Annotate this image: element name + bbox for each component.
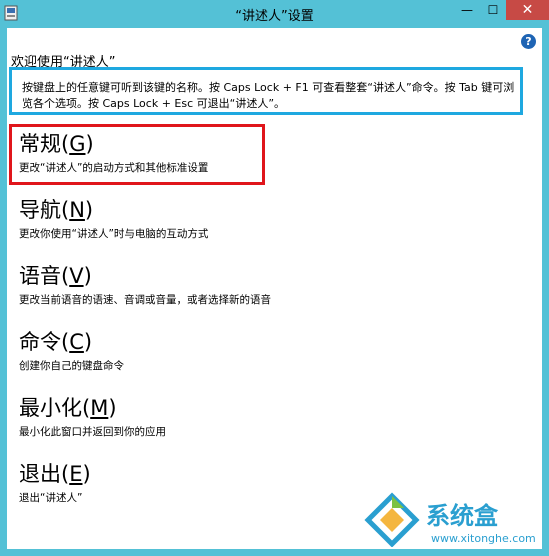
watermark-url: www.xitonghe.com	[431, 532, 536, 545]
menu-item-title: 最小化(M)	[19, 396, 117, 420]
menu-item-title: 语音(V)	[19, 264, 92, 288]
close-icon: ✕	[521, 2, 534, 18]
menu-item-description: 更改“讲述人”的启动方式和其他标准设置	[19, 162, 209, 174]
title-bar[interactable]: “讲述人”设置 — ☐ ✕	[0, 0, 549, 28]
info-box: 按键盘上的任意键可听到该键的名称。按 Caps Lock + F1 可查看整套“…	[9, 67, 523, 115]
maximize-button[interactable]: ☐	[480, 0, 506, 20]
menu-item-description: 创建你自己的键盘命令	[19, 360, 124, 372]
info-text: 按键盘上的任意键可听到该键的名称。按 Caps Lock + F1 可查看整套“…	[22, 81, 515, 110]
menu-item-description: 更改你使用“讲述人”时与电脑的互动方式	[19, 228, 209, 240]
window-frame: “讲述人”设置 — ☐ ✕ ? 欢迎使用“讲述人” 按键盘上的任意键可听到该键的…	[0, 0, 549, 556]
menu-item-title: 常规(G)	[19, 132, 94, 156]
close-button[interactable]: ✕	[506, 0, 549, 20]
menu-item-description: 退出“讲述人”	[19, 492, 83, 504]
menu-item-title: 导航(N)	[19, 198, 94, 222]
menu-item-title: 退出(E)	[19, 462, 91, 486]
menu-item-description: 最小化此窗口并返回到你的应用	[19, 426, 166, 438]
help-icon[interactable]: ?	[521, 34, 536, 49]
menu-item-title: 命令(C)	[19, 330, 93, 354]
minimize-icon: —	[461, 3, 473, 17]
watermark-logo-icon	[364, 492, 420, 547]
minimize-button[interactable]: —	[454, 0, 480, 20]
menu-item-description: 更改当前语音的语速、音调或音量，或者选择新的语音	[19, 294, 271, 306]
window-client-area: ? 欢迎使用“讲述人” 按键盘上的任意键可听到该键的名称。按 Caps Lock…	[7, 28, 542, 549]
watermark: 系统盒 www.xitonghe.com	[364, 492, 536, 547]
maximize-icon: ☐	[487, 3, 499, 17]
watermark-text: 系统盒	[426, 502, 498, 530]
